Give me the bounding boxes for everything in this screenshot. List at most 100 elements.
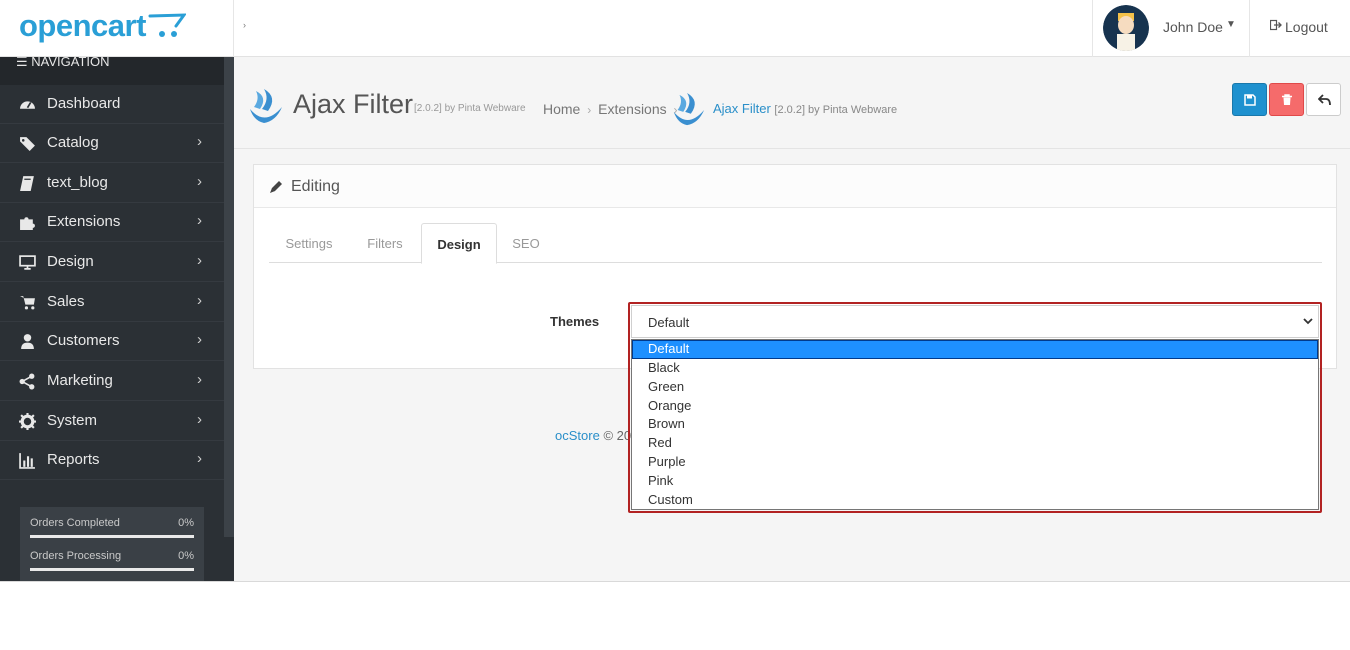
footer-copyright: © 20	[603, 428, 632, 443]
delete-button[interactable]	[1269, 83, 1304, 116]
breadcrumb-active-label: Ajax Filter	[713, 101, 771, 116]
stat-label: Orders Completed	[30, 517, 120, 529]
theme-option-green[interactable]: Green	[632, 378, 1318, 397]
sidebar-item-marketing[interactable]: Marketing ›	[0, 362, 224, 401]
order-stats: Orders Completed 0% Orders Processing 0%	[20, 507, 204, 581]
cart-logo-icon	[148, 13, 186, 37]
panel-heading: Editing	[254, 165, 1336, 208]
tags-icon	[20, 137, 35, 151]
sidebar-scrollbar[interactable]	[224, 57, 234, 537]
sidebar-item-label: Extensions	[47, 213, 121, 230]
breadcrumb-active-meta: [2.0.2] by Pinta Webware	[774, 104, 898, 116]
breadcrumb-separator: ›	[587, 103, 592, 117]
sidebar-item-sales[interactable]: Sales ›	[0, 283, 224, 322]
cog-icon	[19, 413, 36, 430]
breadcrumb-extensions[interactable]: Extensions	[598, 101, 666, 117]
logo[interactable]: opencart	[0, 0, 234, 57]
pencil-icon	[270, 181, 282, 193]
chevron-down-icon	[1303, 318, 1313, 325]
tab-design[interactable]: Design	[421, 223, 497, 264]
logout-label: Logout	[1285, 19, 1328, 35]
save-icon	[1244, 94, 1256, 106]
themes-dropdown-list: Default Black Green Orange Brown Red Pur…	[631, 339, 1319, 510]
theme-option-default[interactable]: Default	[632, 340, 1318, 359]
logo-text: opencart	[19, 8, 146, 43]
themes-label: Themes	[550, 314, 600, 329]
sidebar-item-label: Reports	[47, 451, 100, 468]
sidebar-toggle-button[interactable]: ›	[243, 20, 246, 30]
tab-bar: Settings Filters Design SEO	[269, 223, 1322, 264]
progress-bar	[30, 568, 194, 571]
sidebar-item-label: Sales	[47, 293, 85, 310]
tab-seo[interactable]: SEO	[497, 223, 555, 263]
sidebar-item-label: Dashboard	[47, 95, 121, 112]
caret-down-icon: ▼	[1226, 19, 1236, 30]
app-window: opencart › John Doe ▼ Logout ☰ NAVIGATIO…	[0, 0, 1350, 582]
stat-label: Orders Processing	[30, 550, 122, 562]
progress-bar	[30, 535, 194, 538]
sidebar-item-label: Marketing	[47, 372, 113, 389]
top-header: opencart › John Doe ▼ Logout	[0, 0, 1350, 57]
nav-heading: ☰ NAVIGATION	[0, 54, 224, 85]
trash-icon	[1282, 94, 1292, 105]
chevron-right-icon: ›	[197, 212, 202, 229]
page-title: Ajax Filter	[293, 89, 414, 119]
puzzle-icon	[20, 217, 35, 230]
sidebar-item-text-blog[interactable]: text_blog ›	[0, 164, 224, 203]
user-icon	[21, 334, 34, 349]
theme-option-pink[interactable]: Pink	[632, 472, 1318, 491]
avatar	[1103, 5, 1149, 51]
sidebar-item-label: Customers	[47, 332, 120, 349]
nav-heading-label: NAVIGATION	[31, 54, 110, 69]
theme-option-black[interactable]: Black	[632, 359, 1318, 378]
monitor-icon	[19, 255, 36, 270]
chevron-right-icon: ›	[197, 173, 202, 190]
panel-title: Editing	[291, 178, 340, 195]
stat-percent: 0%	[178, 550, 194, 562]
logout-button[interactable]: Logout	[1249, 0, 1350, 57]
stat-orders-completed: Orders Completed 0%	[30, 513, 194, 543]
theme-option-orange[interactable]: Orange	[632, 397, 1318, 416]
themes-select[interactable]: Default	[631, 305, 1319, 338]
user-menu[interactable]: John Doe ▼	[1092, 0, 1249, 57]
theme-option-red[interactable]: Red	[632, 434, 1318, 453]
sidebar-item-system[interactable]: System ›	[0, 402, 224, 441]
chevron-right-icon: ›	[197, 331, 202, 348]
chevron-right-icon: ›	[197, 292, 202, 309]
sidebar: ☰ NAVIGATION Dashboard Catalog › text_bl…	[0, 54, 234, 581]
chevron-right-icon: ›	[197, 252, 202, 269]
sign-out-icon	[1269, 19, 1282, 34]
back-button[interactable]	[1306, 83, 1341, 116]
theme-option-purple[interactable]: Purple	[632, 453, 1318, 472]
book-icon	[20, 176, 34, 191]
chevron-right-icon: ›	[197, 133, 202, 150]
ship-logo-icon	[250, 89, 282, 123]
sidebar-item-label: System	[47, 412, 98, 429]
stat-orders-processing: Orders Processing 0%	[30, 546, 194, 576]
cart-icon	[20, 296, 35, 310]
footer-brand-link[interactable]: ocStore	[555, 428, 600, 443]
sidebar-item-dashboard[interactable]: Dashboard	[0, 85, 224, 124]
reply-icon	[1318, 94, 1331, 106]
stat-percent: 0%	[178, 517, 194, 529]
tab-settings[interactable]: Settings	[269, 223, 349, 263]
sidebar-item-extensions[interactable]: Extensions ›	[0, 203, 224, 242]
save-button[interactable]	[1232, 83, 1267, 116]
tab-filters[interactable]: Filters	[349, 223, 421, 263]
page-version-meta: [2.0.2] by Pinta Webware	[414, 103, 526, 114]
theme-option-brown[interactable]: Brown	[632, 415, 1318, 434]
footer: ocStore © 20	[555, 428, 631, 443]
sidebar-item-label: Design	[47, 253, 94, 270]
ship-logo-icon	[673, 92, 705, 126]
theme-option-custom[interactable]: Custom	[632, 491, 1318, 510]
sidebar-item-reports[interactable]: Reports ›	[0, 441, 224, 480]
sidebar-item-customers[interactable]: Customers ›	[0, 322, 224, 361]
sidebar-item-design[interactable]: Design ›	[0, 243, 224, 282]
chevron-right-icon: ›	[197, 411, 202, 428]
dashboard-icon	[20, 101, 35, 109]
themes-select-value: Default	[648, 315, 690, 330]
sidebar-item-label: text_blog	[47, 174, 108, 191]
sidebar-item-catalog[interactable]: Catalog ›	[0, 124, 224, 163]
breadcrumb-ajax-filter[interactable]: Ajax Filter [2.0.2] by Pinta Webware	[713, 101, 897, 116]
breadcrumb-home[interactable]: Home	[543, 101, 580, 117]
